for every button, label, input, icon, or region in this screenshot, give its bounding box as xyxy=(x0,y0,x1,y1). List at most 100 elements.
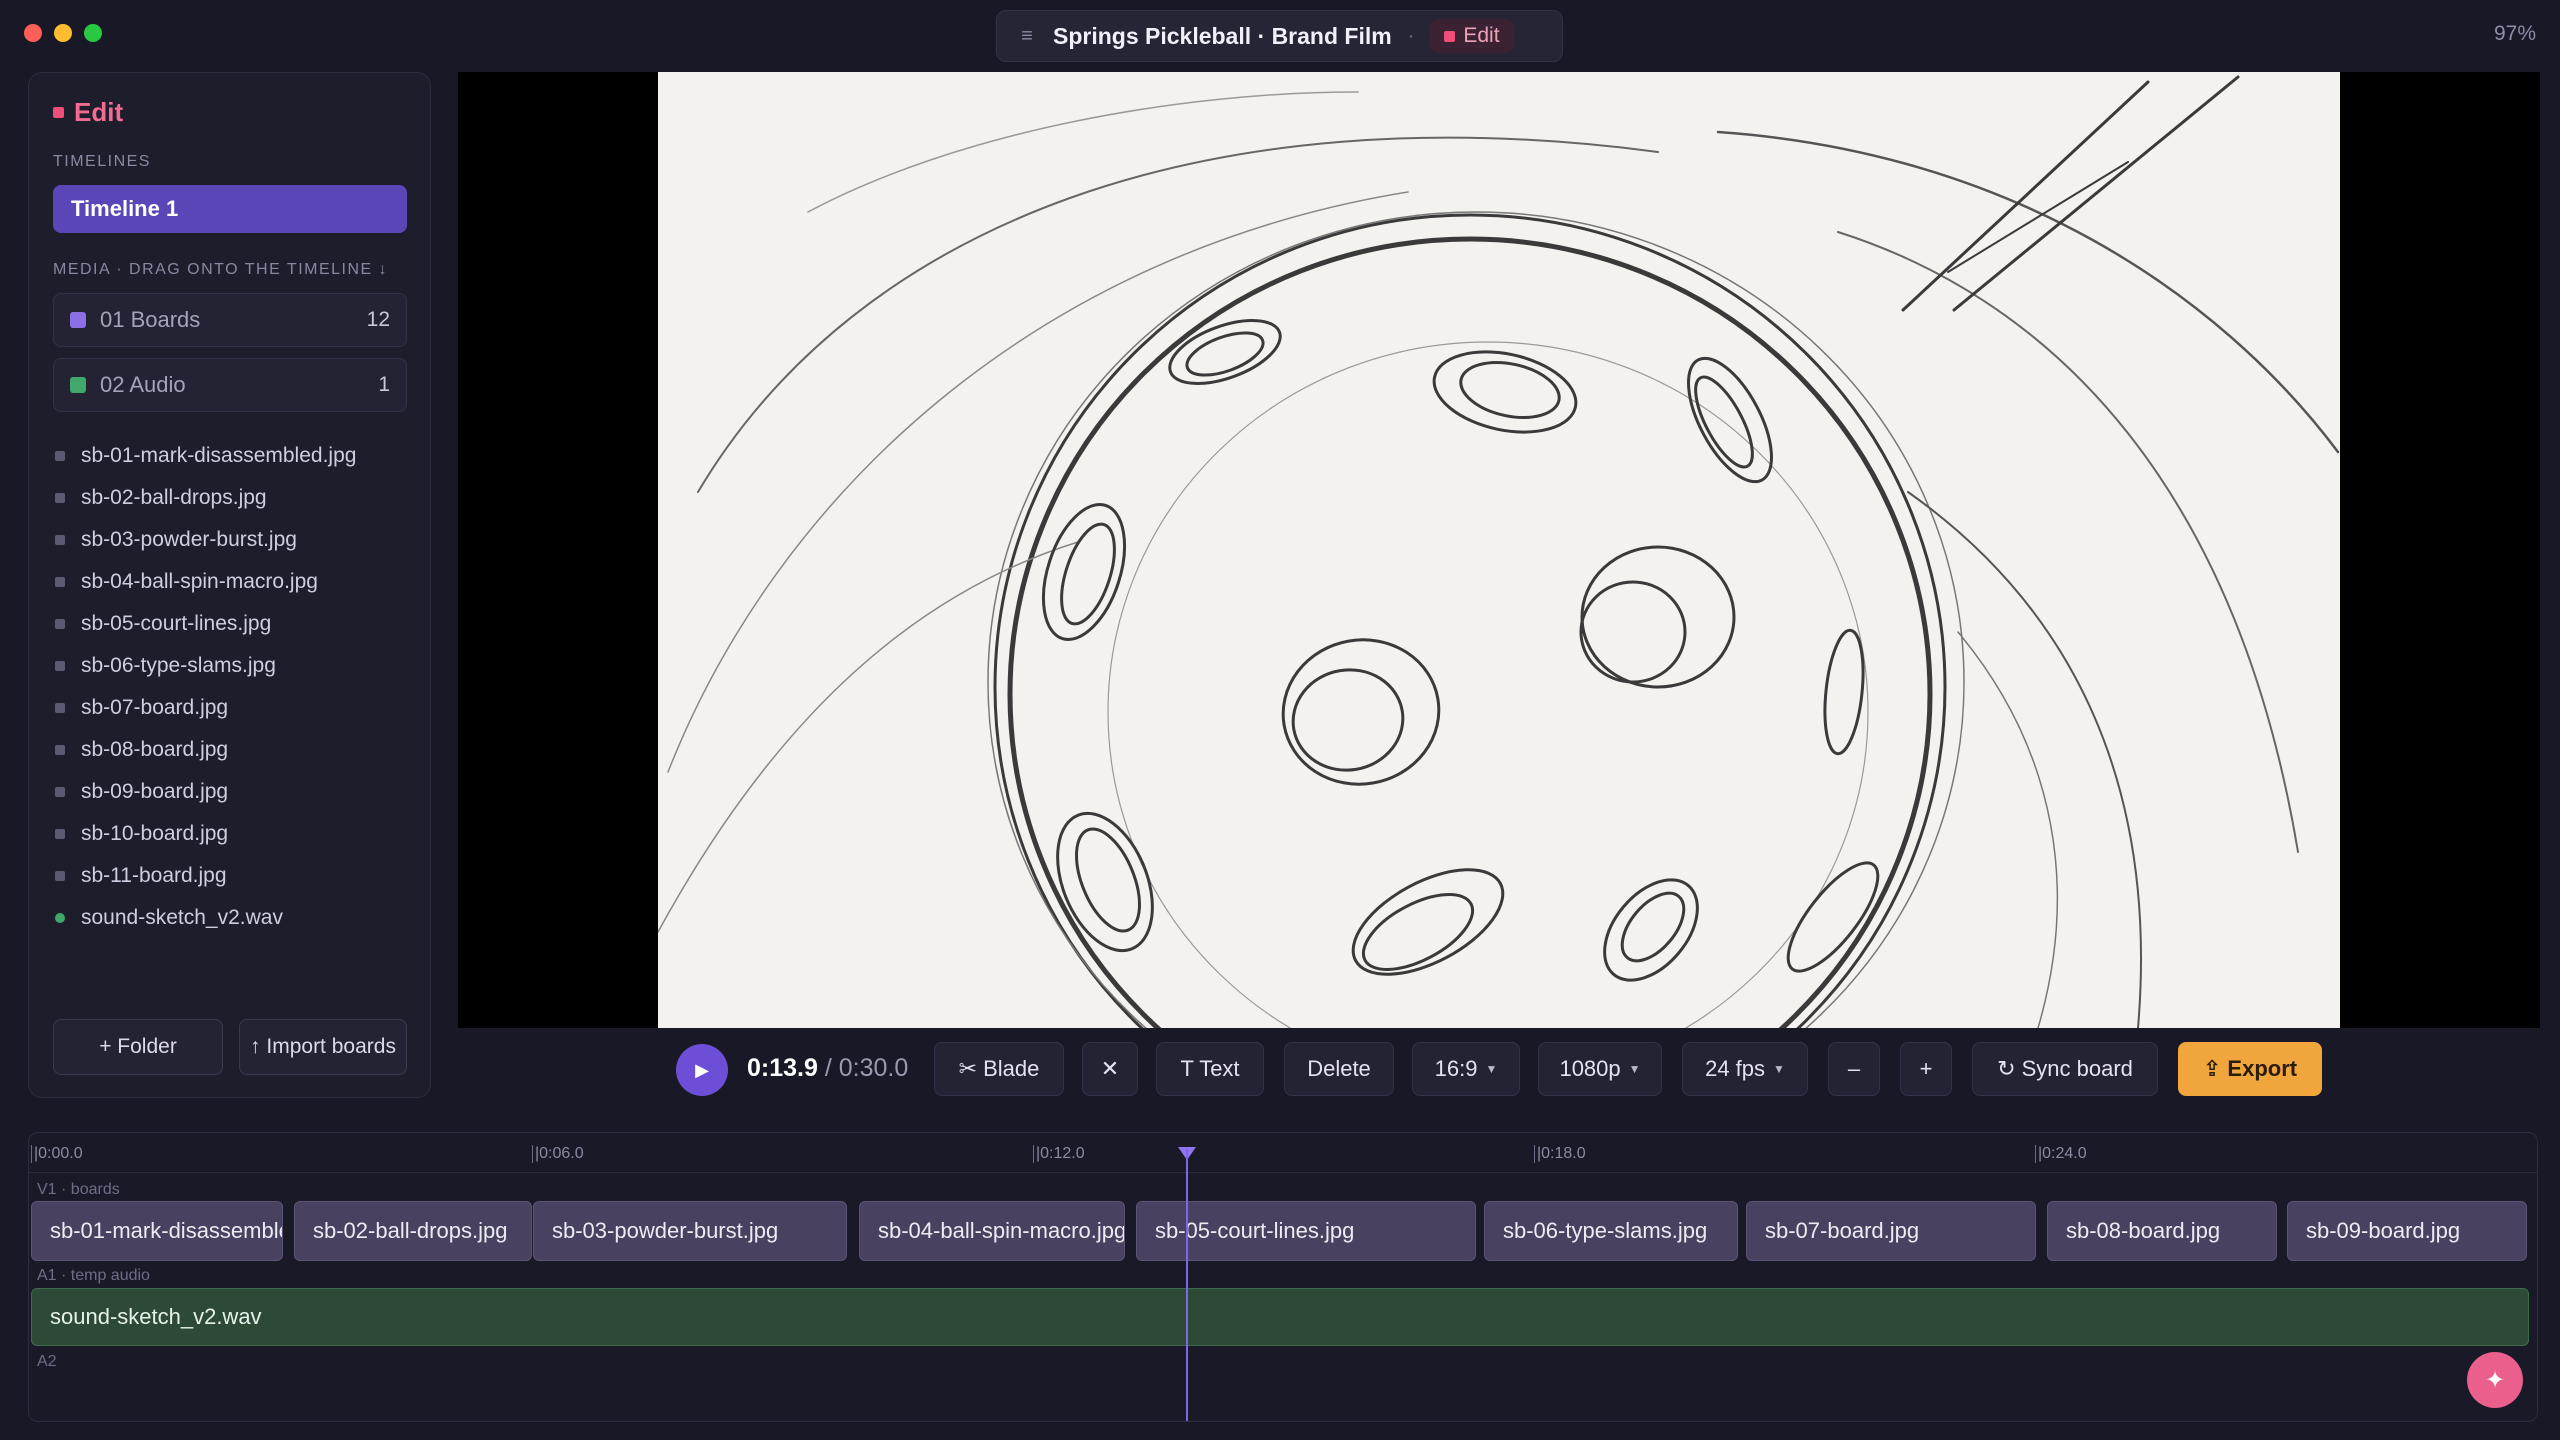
media-file-name: sb-04-ball-spin-macro.jpg xyxy=(81,570,318,593)
zoom-window-button[interactable] xyxy=(84,24,102,42)
image-file-icon xyxy=(55,829,65,839)
close-icon[interactable]: ✕ xyxy=(1082,1042,1138,1096)
ruler-tick: |0:00.0 xyxy=(31,1145,83,1163)
folder-boards[interactable]: 01 Boards 12 xyxy=(53,293,407,347)
media-file[interactable]: sb-05-court-lines.jpg xyxy=(55,603,415,645)
media-file[interactable]: sb-11-board.jpg xyxy=(55,855,415,897)
chevron-down-icon: ▼ xyxy=(1485,1062,1498,1076)
zoom-out-button[interactable]: – xyxy=(1828,1042,1880,1096)
media-file[interactable]: sb-10-board.jpg xyxy=(55,813,415,855)
timeline-clip[interactable]: sb-01-mark-disassembled.jpg xyxy=(31,1201,283,1261)
play-icon: ▶ xyxy=(695,1059,709,1080)
media-file[interactable]: sb-06-type-slams.jpg xyxy=(55,645,415,687)
minimize-window-button[interactable] xyxy=(54,24,72,42)
media-file-name: sb-07-board.jpg xyxy=(81,696,229,719)
image-file-icon xyxy=(55,493,65,503)
menu-icon[interactable]: ≡ xyxy=(1017,25,1037,48)
timeline-clip[interactable]: sb-04-ball-spin-macro.jpg xyxy=(859,1201,1125,1261)
track-label-a2: A2 xyxy=(37,1353,57,1370)
timeline-panel: |0:00.0 |0:06.0 |0:12.0 |0:18.0 |0:24.0 … xyxy=(28,1132,2538,1422)
text-button[interactable]: T Text xyxy=(1156,1042,1264,1096)
sync-board-button[interactable]: ↻ Sync board xyxy=(1972,1042,2158,1096)
chevron-down-icon: ▼ xyxy=(1773,1062,1785,1076)
blade-button[interactable]: ✂ Blade xyxy=(934,1042,1064,1096)
play-button[interactable]: ▶ xyxy=(676,1044,728,1096)
project-title: Springs Pickleball · Brand Film xyxy=(1053,22,1392,49)
sidebar-header: Edit xyxy=(53,97,123,128)
folder-count: 1 xyxy=(378,373,390,396)
timeline-clip[interactable]: sb-08-board.jpg xyxy=(2047,1201,2277,1261)
timeline-item-1[interactable]: Timeline 1 xyxy=(53,185,407,233)
sidebar-title: Edit xyxy=(74,97,124,127)
ruler-tick: |0:06.0 xyxy=(532,1145,584,1163)
media-file[interactable]: sb-07-board.jpg xyxy=(55,687,415,729)
close-window-button[interactable] xyxy=(24,24,42,42)
media-file[interactable]: sb-02-ball-drops.jpg xyxy=(55,477,415,519)
media-file[interactable]: sb-08-board.jpg xyxy=(55,729,415,771)
timeline-clip[interactable]: sb-09-board.jpg xyxy=(2287,1201,2527,1261)
delete-button[interactable]: Delete xyxy=(1284,1042,1394,1096)
media-file-name: sb-03-powder-burst.jpg xyxy=(81,528,297,551)
media-file-name: sb-06-type-slams.jpg xyxy=(81,654,276,677)
folder-count: 12 xyxy=(366,308,390,331)
aspect-ratio-value: 16:9 xyxy=(1434,1056,1478,1081)
track-label-v1: V1 · boards xyxy=(37,1181,120,1198)
image-file-icon xyxy=(55,619,65,629)
timeline-clip[interactable]: sb-07-board.jpg xyxy=(1746,1201,2036,1261)
resolution-select[interactable]: 1080p ▼ xyxy=(1538,1042,1662,1096)
edit-mode-icon xyxy=(1444,30,1456,42)
folder-name: 01 Boards xyxy=(100,307,201,332)
image-file-icon xyxy=(55,787,65,797)
total-duration: / 0:30.0 xyxy=(824,1054,909,1082)
track-label-a1: A1 · temp audio xyxy=(37,1267,150,1284)
audio-file-icon xyxy=(55,913,65,923)
fps-select[interactable]: 24 fps ▼ xyxy=(1682,1042,1808,1096)
image-file-icon xyxy=(55,535,65,545)
media-file-list: sb-01-mark-disassembled.jpg sb-02-ball-d… xyxy=(55,435,415,939)
folder-name: 02 Audio xyxy=(100,372,186,397)
edit-mode-icon xyxy=(53,107,64,118)
storyboard-frame xyxy=(658,72,2340,1028)
timeline-clip[interactable]: sb-02-ball-drops.jpg xyxy=(294,1201,532,1261)
fps-value: 24 fps xyxy=(1705,1056,1766,1081)
preview-viewer xyxy=(458,72,2540,1028)
playhead[interactable] xyxy=(1186,1149,1188,1421)
media-file[interactable]: sb-09-board.jpg xyxy=(55,771,415,813)
image-file-icon xyxy=(55,661,65,671)
media-file-name: sb-05-court-lines.jpg xyxy=(81,612,272,635)
media-file-name: sound-sketch_v2.wav xyxy=(81,906,283,929)
current-time: 0:13.9 xyxy=(747,1054,818,1082)
chevron-down-icon: ▼ xyxy=(1628,1062,1641,1076)
audio-clip[interactable]: sound-sketch_v2.wav xyxy=(31,1288,2529,1346)
mode-badge-label: Edit xyxy=(1463,24,1500,47)
mode-badge[interactable]: Edit xyxy=(1430,19,1514,53)
folder-audio[interactable]: 02 Audio 1 xyxy=(53,358,407,412)
media-file-name: sb-08-board.jpg xyxy=(81,738,229,761)
timeline-clip[interactable]: sb-06-type-slams.jpg xyxy=(1484,1201,1738,1261)
timecode: 0:13.9 / 0:30.0 xyxy=(747,1054,908,1083)
ruler-tick: |0:24.0 xyxy=(2035,1145,2087,1163)
media-file[interactable]: sb-03-powder-burst.jpg xyxy=(55,519,415,561)
image-file-icon xyxy=(55,451,65,461)
media-file-name: sb-09-board.jpg xyxy=(81,780,229,803)
zoom-in-button[interactable]: + xyxy=(1900,1042,1952,1096)
assistant-sparkle-button[interactable]: ✦ xyxy=(2467,1352,2523,1408)
title-bar: ≡ Springs Pickleball · Brand Film · Edit xyxy=(996,10,1563,62)
sparkle-icon: ✦ xyxy=(2484,1366,2506,1394)
image-file-icon xyxy=(55,745,65,755)
pickleball-sketch xyxy=(658,75,2340,1028)
media-file[interactable]: sb-01-mark-disassembled.jpg xyxy=(55,435,415,477)
time-ruler[interactable]: |0:00.0 |0:06.0 |0:12.0 |0:18.0 |0:24.0 xyxy=(29,1133,2537,1173)
zoom-readout: 97% xyxy=(2493,22,2536,45)
image-file-icon xyxy=(55,577,65,587)
media-file[interactable]: sb-04-ball-spin-macro.jpg xyxy=(55,561,415,603)
transport-bar: ▶ 0:13.9 / 0:30.0 ✂ Blade ✕ T Text Delet… xyxy=(0,1040,2560,1100)
timeline-clip[interactable]: sb-03-powder-burst.jpg xyxy=(533,1201,847,1261)
window-controls xyxy=(24,24,102,42)
media-file[interactable]: sound-sketch_v2.wav xyxy=(55,897,415,939)
timelines-section-label: TIMELINES xyxy=(53,153,151,170)
media-section-label: MEDIA · DRAG ONTO THE TIMELINE ↓ xyxy=(53,261,389,278)
image-file-icon xyxy=(55,871,65,881)
export-button[interactable]: ⇪ Export xyxy=(2178,1042,2322,1096)
aspect-ratio-select[interactable]: 16:9 ▼ xyxy=(1412,1042,1520,1096)
